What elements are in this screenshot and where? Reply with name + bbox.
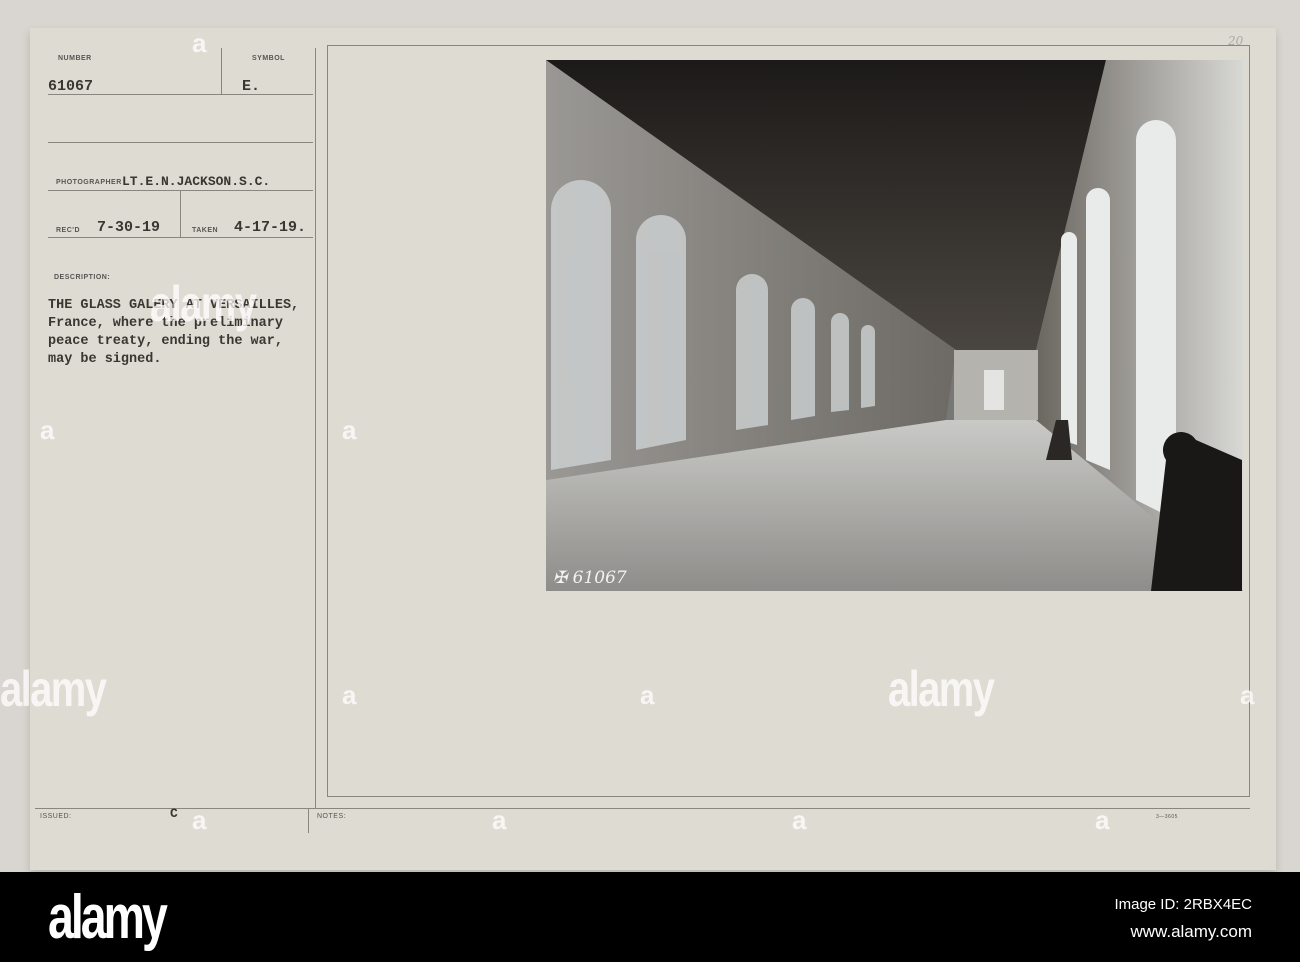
symbol-value: E. [242, 78, 261, 95]
watermark: alamy [150, 276, 257, 332]
issued-value: C [170, 806, 178, 821]
description-label: DESCRIPTION: [54, 274, 111, 281]
watermark: a [342, 680, 357, 710]
watermark: alamy [888, 661, 995, 717]
watermark: a [640, 680, 655, 710]
description-line: may be signed. [48, 352, 162, 367]
negative-number-text: 61067 [572, 568, 627, 588]
alamy-logo: alamy [48, 883, 168, 952]
recd-value: 7-30-19 [97, 219, 161, 236]
divider [308, 808, 309, 833]
watermark: a [40, 415, 55, 445]
divider [180, 191, 181, 238]
watermark: a [342, 415, 357, 445]
negative-number: ✠ 61067 [553, 568, 627, 588]
divider [48, 237, 313, 238]
photographer-label: PHOTOGRAPHER [56, 179, 122, 186]
taken-value: 4-17-19. [234, 219, 307, 236]
watermark: a [792, 805, 807, 835]
symbol-label: SYMBOL [252, 55, 285, 62]
divider [221, 48, 222, 94]
divider [48, 94, 313, 95]
stock-footer-bar: alamy Image ID: 2RBX4EC www.alamy.com [0, 872, 1300, 962]
watermark: alamy [0, 661, 107, 717]
form-code: 3—3605 [1156, 814, 1178, 820]
image-id: Image ID: 2RBX4EC [1114, 896, 1252, 913]
recd-label: REC'D [56, 227, 80, 234]
watermark: a [192, 28, 207, 58]
watermark: a [1095, 805, 1110, 835]
column-divider [315, 48, 316, 808]
description-line: peace treaty, ending the war, [48, 334, 283, 349]
watermark: a [192, 805, 207, 835]
notes-label: NOTES: [317, 813, 347, 820]
issued-label: ISSUED: [40, 813, 72, 820]
gallery-photograph [546, 60, 1243, 591]
divider [35, 808, 1250, 809]
site-url[interactable]: www.alamy.com [1130, 922, 1252, 942]
photographer-value: LT.E.N.JACKSON.S.C. [122, 174, 271, 189]
number-value: 61067 [48, 78, 94, 95]
divider [48, 142, 313, 143]
watermark: a [492, 805, 507, 835]
number-label: NUMBER [58, 55, 92, 62]
taken-label: TAKEN [192, 227, 219, 234]
watermark: a [1240, 680, 1255, 710]
